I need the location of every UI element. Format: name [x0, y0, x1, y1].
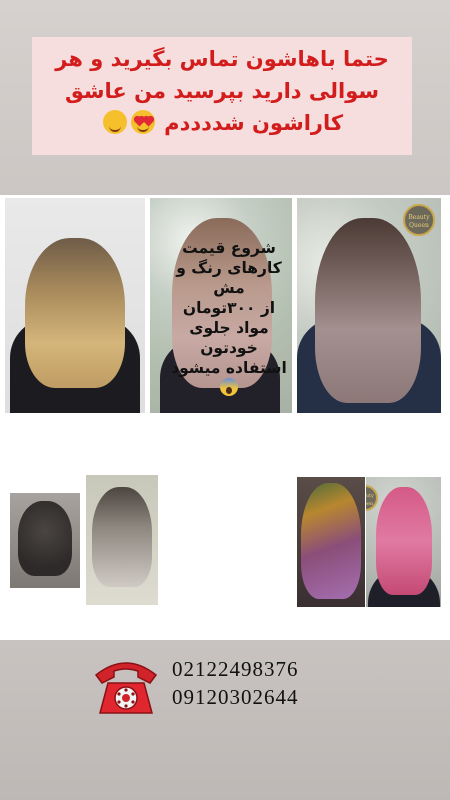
banner-line-3: کاراشون شددددم	[42, 107, 402, 139]
smiling-face-with-heart-eyes-icon	[130, 110, 155, 134]
banner-line-3-text: کاراشون شددددم	[164, 111, 344, 135]
banner-line-2: سوالی دارید بپرسید من عاشق	[64, 79, 380, 103]
red-telephone-icon	[94, 662, 158, 714]
price-line-3: مش	[213, 279, 245, 297]
photo-lavender-long-hair: Beauty Queen	[297, 198, 441, 413]
price-line-6: خودتون	[200, 339, 258, 357]
phone-number-landline[interactable]: 02122498376	[172, 655, 332, 683]
price-line-2: کارهای رنگ و	[176, 259, 282, 277]
photo-before-multicolor-hair	[297, 477, 365, 607]
price-line-7: استفاده میشود	[171, 359, 287, 377]
photo-after-ash-bob	[86, 475, 158, 605]
photo-before-dark-curls	[10, 493, 80, 588]
price-info: شروع قیمت کارهای رنگ و مش از ۳۰۰تومان مو…	[168, 238, 290, 401]
salon-logo: Beauty Queen	[403, 204, 435, 236]
phone-number-mobile[interactable]: 09120302644	[172, 683, 332, 711]
price-line-4: از ۳۰۰تومان	[182, 299, 276, 317]
face-screaming-in-fear-icon	[220, 378, 238, 396]
photo-after-pink-hair: BeautyQueen	[366, 477, 441, 607]
contact-numbers: 02122498376 09120302644	[172, 655, 332, 711]
banner-line-1: حتما باهاشون تماس بگیرید و هر	[55, 47, 389, 71]
price-line-1: شروع قیمت	[182, 239, 276, 257]
price-line-5: مواد جلوی	[189, 319, 269, 337]
salon-logo-small: BeautyQueen	[366, 485, 378, 511]
photo-blonde-balayage	[5, 198, 145, 413]
promo-banner: حتما باهاشون تماس بگیرید و هر سوالی داری…	[32, 37, 412, 155]
smiling-face-with-hearts-icon	[102, 110, 127, 134]
